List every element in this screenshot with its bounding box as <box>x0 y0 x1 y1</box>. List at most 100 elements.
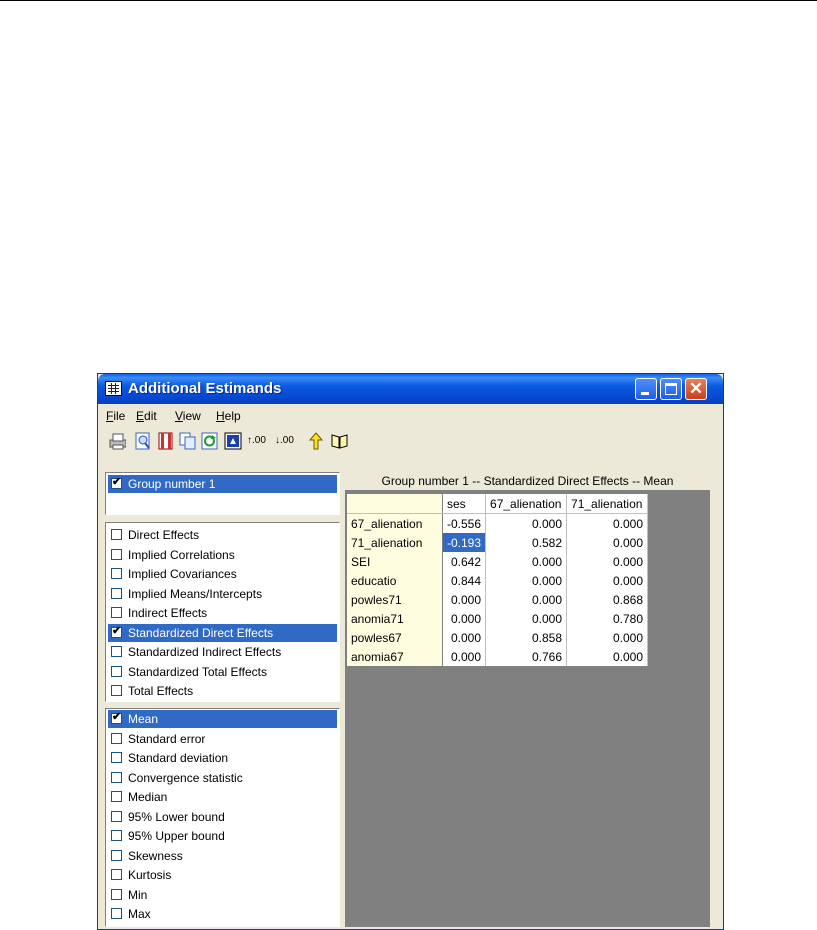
table-cell[interactable]: 0.000 <box>566 513 649 533</box>
checkbox[interactable] <box>111 548 122 560</box>
row-label[interactable]: SEI <box>347 552 443 571</box>
estimand-type-item[interactable]: Indirect Effects <box>108 604 337 622</box>
table-cell[interactable]: 0.000 <box>442 590 487 609</box>
row-label[interactable]: powles71 <box>347 590 443 609</box>
maximize-icon <box>665 383 677 395</box>
table-app-icon <box>105 381 122 396</box>
menu-view[interactable]: View <box>175 409 201 423</box>
checkbox[interactable]: ✔ <box>111 476 122 489</box>
estimand-type-item[interactable]: Total Effects <box>108 682 337 700</box>
table-cell[interactable]: 0.642 <box>442 552 487 571</box>
maximize-button[interactable] <box>660 378 682 400</box>
table-cell[interactable]: 0.000 <box>566 552 649 571</box>
table-cell[interactable]: 0.000 <box>566 647 649 666</box>
row-label[interactable]: educatio <box>347 571 443 590</box>
checkbox[interactable] <box>111 830 122 841</box>
table-cell[interactable]: 0.000 <box>485 571 568 590</box>
checkbox[interactable] <box>111 791 122 802</box>
statistic-item[interactable]: Max <box>108 905 337 923</box>
column-header[interactable]: 67_alienation <box>485 494 568 514</box>
statistic-item[interactable]: Standard error <box>108 730 337 748</box>
checkbox[interactable] <box>111 685 122 696</box>
table-cell[interactable]: 0.000 <box>442 628 487 647</box>
checkbox[interactable] <box>111 869 122 880</box>
checkbox[interactable] <box>111 607 122 618</box>
statistic-item[interactable]: Kurtosis <box>108 866 337 884</box>
table-cell[interactable]: 0.000 <box>485 552 568 571</box>
checkbox[interactable] <box>111 732 122 744</box>
statistic-item[interactable]: Median <box>108 788 337 806</box>
checkbox[interactable] <box>111 568 122 579</box>
row-label[interactable]: 71_alienation <box>347 533 443 552</box>
table-cell[interactable]: 0.000 <box>485 513 568 533</box>
estimand-type-label: Standardized Indirect Effects <box>128 645 282 659</box>
close-button[interactable]: ✕ <box>685 378 707 400</box>
checkbox[interactable] <box>111 587 122 599</box>
copy-icon[interactable] <box>179 432 197 450</box>
estimand-type-item[interactable]: Standardized Indirect Effects <box>108 643 337 661</box>
refresh-icon[interactable] <box>201 432 219 450</box>
estimand-type-item[interactable]: Implied Correlations <box>108 546 337 564</box>
table-cell[interactable]: 0.844 <box>442 571 487 590</box>
table-cell[interactable]: 0.000 <box>566 533 649 552</box>
table-cell[interactable]: 0.000 <box>566 571 649 590</box>
checkbox[interactable] <box>111 646 122 657</box>
print-icon[interactable] <box>108 432 126 450</box>
page-setup-icon[interactable] <box>157 432 175 450</box>
row-label[interactable]: powles67 <box>347 628 443 647</box>
checkbox[interactable] <box>111 665 122 677</box>
estimand-type-item[interactable]: Implied Covariances <box>108 565 337 583</box>
checkbox[interactable] <box>111 908 122 919</box>
checkbox[interactable] <box>111 810 122 822</box>
table-cell[interactable]: 0.582 <box>485 533 568 552</box>
column-header[interactable]: 71_alienation <box>566 494 649 514</box>
increase-decimals-icon[interactable]: ↑.00 <box>247 432 273 450</box>
splitter[interactable] <box>105 702 340 707</box>
statistic-item[interactable]: Convergence statistic <box>108 769 337 787</box>
table-cell[interactable]: -0.556 <box>442 513 487 533</box>
estimand-type-item[interactable]: Direct Effects <box>108 526 337 544</box>
table-cell[interactable]: 0.000 <box>566 628 649 647</box>
help-book-icon[interactable] <box>330 432 348 450</box>
print-preview-icon[interactable] <box>134 432 152 450</box>
statistic-item[interactable]: 95% Lower bound <box>108 808 337 826</box>
table-cell[interactable]: -0.193 <box>442 533 487 552</box>
full-screen-icon[interactable] <box>224 432 242 450</box>
group-item[interactable]: ✔ Group number 1 <box>108 475 337 493</box>
statistic-item[interactable]: Skewness <box>108 847 337 865</box>
decrease-decimals-icon[interactable]: ↓.00 <box>275 432 301 450</box>
estimand-type-item[interactable]: Standardized Total Effects <box>108 663 337 681</box>
statistic-item[interactable]: Standard deviation <box>108 749 337 767</box>
estimand-type-item[interactable]: Implied Means/Intercepts <box>108 585 337 603</box>
menu-file[interactable]: File <box>106 409 125 423</box>
table-cell[interactable]: 0.766 <box>485 647 568 666</box>
checkbox[interactable]: ✔ <box>111 625 122 638</box>
splitter[interactable] <box>105 516 340 521</box>
up-one-level-icon[interactable] <box>307 432 325 450</box>
table-cell[interactable]: 0.868 <box>566 590 649 609</box>
minimize-button[interactable] <box>635 378 657 400</box>
menu-edit[interactable]: Edit <box>136 409 157 423</box>
menu-help[interactable]: Help <box>216 409 241 423</box>
statistic-item[interactable]: ✔ Mean <box>108 710 337 728</box>
table-cell[interactable]: 0.000 <box>485 590 568 609</box>
table-cell[interactable]: 0.000 <box>485 609 568 628</box>
table-cell[interactable]: 0.780 <box>566 609 649 628</box>
row-label[interactable]: anomia71 <box>347 609 443 628</box>
estimand-type-item[interactable]: ✔ Standardized Direct Effects <box>108 623 337 642</box>
title-bar[interactable]: Additional Estimands ✕ <box>98 374 723 404</box>
checkbox[interactable] <box>111 752 122 763</box>
checkbox[interactable]: ✔ <box>111 711 122 724</box>
table-cell[interactable]: 0.000 <box>442 647 487 666</box>
table-cell[interactable]: 0.000 <box>442 609 487 628</box>
row-label[interactable]: anomia67 <box>347 647 443 666</box>
checkbox[interactable] <box>111 771 122 783</box>
table-cell[interactable]: 0.858 <box>485 628 568 647</box>
statistic-item[interactable]: Min <box>108 886 337 904</box>
checkbox[interactable] <box>111 888 122 900</box>
checkbox[interactable] <box>111 529 122 540</box>
statistic-item[interactable]: 95% Upper bound <box>108 827 337 845</box>
column-header[interactable]: ses <box>442 494 487 514</box>
checkbox[interactable] <box>111 849 122 861</box>
row-label[interactable]: 67_alienation <box>347 513 443 533</box>
